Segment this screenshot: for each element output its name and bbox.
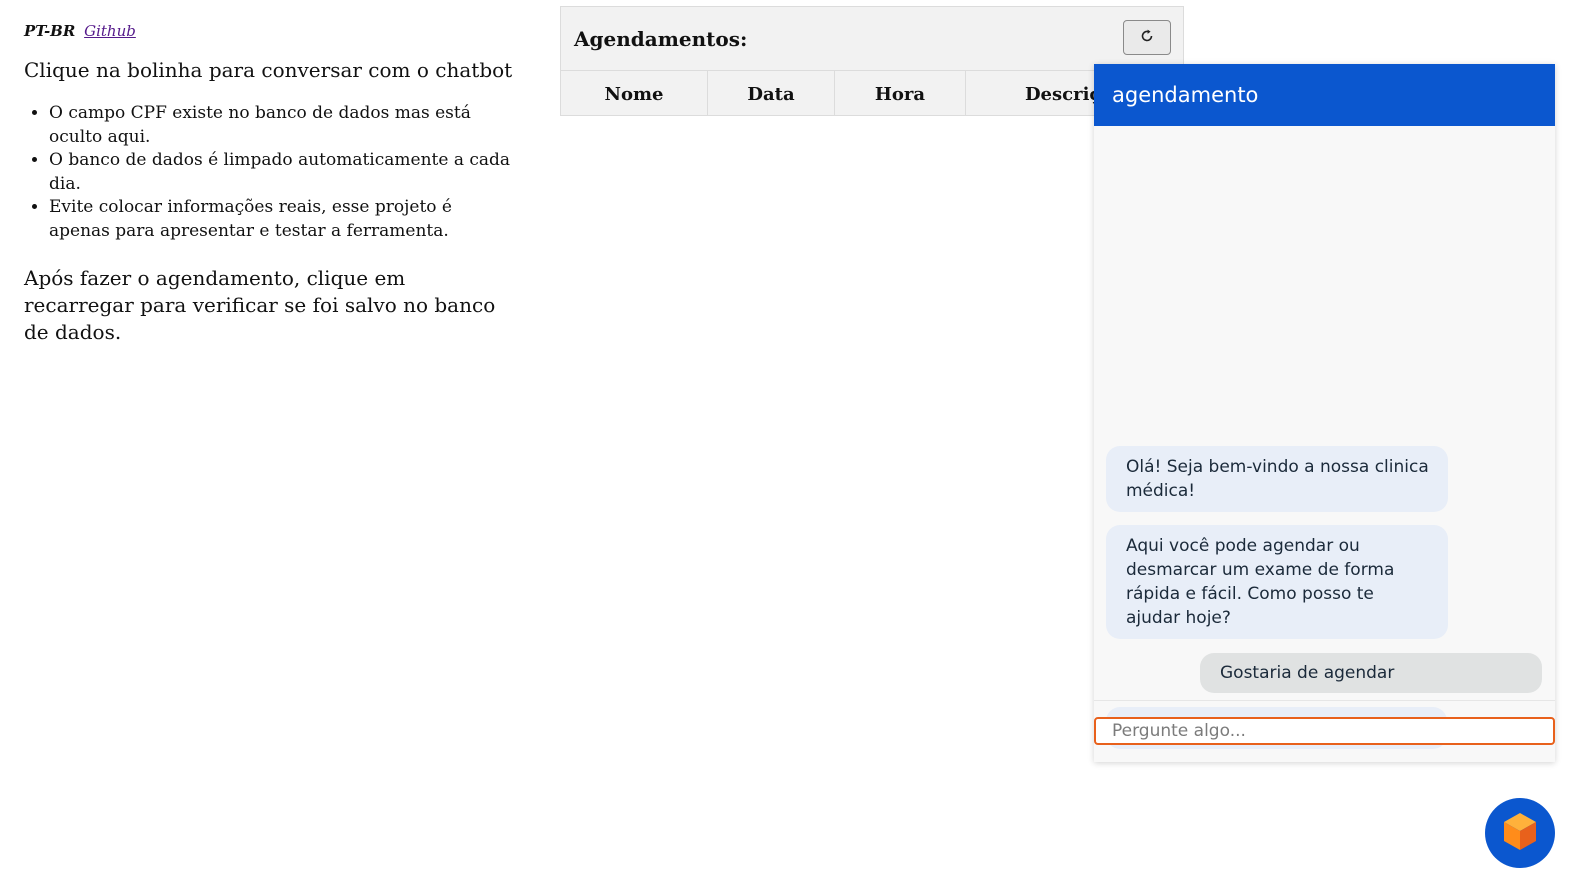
chat-window: agendamento Olá! Seja bem-vindo a nossa … <box>1094 64 1555 762</box>
chat-title: agendamento <box>1112 83 1259 107</box>
appointments-title: Agendamentos: <box>574 27 748 51</box>
column-header-hora: Hora <box>835 71 966 115</box>
note-item: O campo CPF existe no banco de dados mas… <box>49 102 514 149</box>
info-section: PT-BR Github Clique na bolinha para conv… <box>24 20 514 346</box>
note-item: Evite colocar informações reais, esse pr… <box>49 196 514 243</box>
user-message: Gostaria de agendar <box>1200 653 1542 693</box>
message-list: Olá! Seja bem-vindo a nossa clinica médi… <box>1094 126 1555 749</box>
cube-icon <box>1501 810 1539 856</box>
chat-header: agendamento <box>1094 64 1555 126</box>
bot-message: Olá! Seja bem-vindo a nossa clinica médi… <box>1106 446 1448 512</box>
intro-text: Clique na bolinha para conversar com o c… <box>24 58 513 82</box>
bot-message: Aqui você pode agendar ou desmarcar um e… <box>1106 525 1448 639</box>
chat-input[interactable] <box>1094 717 1555 745</box>
chat-launcher-button[interactable] <box>1485 798 1555 868</box>
appointments-panel: Agendamentos: Nome Data Hora Descrição <box>560 6 1184 116</box>
note-item: O banco de dados é limpado automaticamen… <box>49 149 514 196</box>
appointments-table: Nome Data Hora Descrição <box>561 70 1183 115</box>
refresh-button[interactable] <box>1123 20 1171 55</box>
input-divider <box>1094 700 1555 701</box>
lang-row: PT-BR Github <box>24 20 514 42</box>
after-text: Após fazer o agendamento, clique em reca… <box>24 266 496 344</box>
refresh-icon <box>1139 28 1155 48</box>
language-label: PT-BR <box>24 22 76 40</box>
column-header-data: Data <box>708 71 835 115</box>
column-header-nome: Nome <box>561 71 708 115</box>
github-link[interactable]: Github <box>84 22 136 40</box>
notes-list: O campo CPF existe no banco de dados mas… <box>24 102 514 243</box>
